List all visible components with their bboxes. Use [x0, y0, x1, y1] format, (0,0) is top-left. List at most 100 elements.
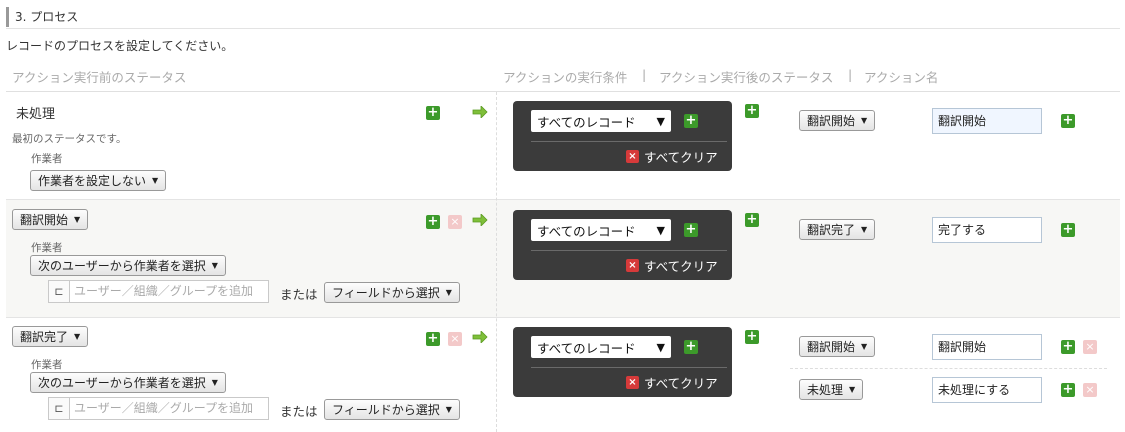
- status-note: 最初のステータスです。: [12, 133, 127, 145]
- section-description: レコードのプロセスを設定してください。: [6, 39, 234, 53]
- column-separator: |: [642, 67, 647, 82]
- next-status-select[interactable]: 翻訳完了 ▼: [799, 219, 876, 240]
- remove-icon[interactable]: ×: [448, 332, 462, 346]
- field-select-label: フィールドから選択: [332, 403, 440, 417]
- add-next-action-plus-icon[interactable]: +: [1061, 223, 1075, 237]
- chevron-down-icon: ▼: [861, 342, 868, 351]
- column-separator: |: [848, 67, 853, 82]
- worker-select[interactable]: 作業者を設定しない ▼: [30, 170, 167, 191]
- chevron-down-icon: ▼: [445, 405, 452, 414]
- condition-divider: [531, 367, 727, 368]
- condition-select-label: すべてのレコード: [537, 114, 636, 130]
- condition-select-label: すべてのレコード: [537, 223, 636, 239]
- arrow-right-icon: [472, 106, 488, 118]
- remove-icon[interactable]: ×: [1083, 383, 1097, 397]
- condition-divider: [531, 141, 727, 142]
- add-status-plus-icon[interactable]: +: [426, 215, 440, 229]
- chevron-down-icon: ▼: [656, 340, 665, 354]
- action-name-input[interactable]: 翻訳開始: [932, 108, 1042, 134]
- chevron-down-icon: ▼: [861, 116, 868, 125]
- add-status-plus-icon[interactable]: +: [426, 332, 440, 346]
- worker-label: 作業者: [31, 153, 63, 165]
- action-divider: [790, 368, 1107, 369]
- status-name: 未処理: [16, 107, 56, 122]
- arrow-right-icon: [472, 331, 488, 343]
- column-before-status: アクション実行前のステータス: [12, 70, 187, 85]
- column-divider: [496, 92, 497, 432]
- close-icon: ×: [626, 150, 639, 163]
- next-status-label: 未処理: [807, 383, 844, 397]
- next-status-select[interactable]: 未処理 ▼: [799, 379, 864, 400]
- chevron-down-icon: ▼: [74, 215, 81, 224]
- org-tree-icon[interactable]: ⊏: [48, 280, 70, 303]
- status-select[interactable]: 翻訳開始 ▼: [12, 209, 89, 230]
- chevron-down-icon: ▼: [656, 114, 665, 128]
- user-search-input[interactable]: ユーザー／組織／グループを追加: [70, 280, 269, 303]
- next-status-label: 翻訳開始: [807, 114, 856, 128]
- field-select-label: フィールドから選択: [332, 286, 440, 300]
- add-condition-plus-icon[interactable]: +: [684, 223, 698, 237]
- field-select[interactable]: フィールドから選択 ▼: [324, 282, 460, 303]
- add-next-action-plus-icon[interactable]: +: [1061, 340, 1075, 354]
- add-action-plus-icon[interactable]: +: [745, 104, 759, 118]
- condition-select[interactable]: すべてのレコード ▼: [531, 110, 671, 132]
- add-action-plus-icon[interactable]: +: [745, 213, 759, 227]
- next-status-label: 翻訳開始: [807, 340, 856, 354]
- user-picker[interactable]: ⊏ ユーザー／組織／グループを追加: [48, 397, 269, 420]
- next-status-label: 翻訳完了: [807, 223, 856, 237]
- chevron-down-icon: ▼: [211, 378, 218, 387]
- section-divider: [6, 28, 1120, 29]
- next-status-select[interactable]: 翻訳開始 ▼: [799, 110, 876, 131]
- condition-select-label: すべてのレコード: [537, 340, 636, 356]
- chevron-down-icon: ▼: [861, 225, 868, 234]
- action-name-input[interactable]: 未処理にする: [932, 377, 1042, 403]
- org-tree-icon[interactable]: ⊏: [48, 397, 70, 420]
- column-after-status: アクション実行後のステータス: [659, 70, 834, 85]
- chevron-down-icon: ▼: [152, 176, 159, 185]
- user-picker[interactable]: ⊏ ユーザー／組織／グループを追加: [48, 280, 269, 303]
- chevron-down-icon: ▼: [445, 288, 452, 297]
- condition-select[interactable]: すべてのレコード ▼: [531, 336, 671, 358]
- condition-divider: [531, 250, 727, 251]
- remove-icon[interactable]: ×: [448, 215, 462, 229]
- chevron-down-icon: ▼: [211, 261, 218, 270]
- worker-select-label: 作業者を設定しない: [38, 174, 147, 188]
- action-name-input[interactable]: 完了する: [932, 217, 1042, 243]
- clear-all-button[interactable]: × すべてクリア: [626, 373, 718, 392]
- add-next-action-plus-icon[interactable]: +: [1061, 383, 1075, 397]
- status-select-label: 翻訳開始: [20, 213, 69, 227]
- or-label: または: [280, 404, 318, 419]
- arrow-right-icon: [472, 214, 488, 226]
- status-select[interactable]: 翻訳完了 ▼: [12, 326, 89, 347]
- close-icon: ×: [626, 376, 639, 389]
- clear-all-button[interactable]: × すべてクリア: [626, 147, 718, 166]
- column-action-name: アクション名: [864, 70, 939, 85]
- remove-icon[interactable]: ×: [1083, 340, 1097, 354]
- section-title: 3. プロセス: [6, 7, 78, 27]
- close-icon: ×: [626, 259, 639, 272]
- add-condition-plus-icon[interactable]: +: [684, 340, 698, 354]
- action-name-input[interactable]: 翻訳開始: [932, 334, 1042, 360]
- clear-all-label: すべてクリア: [644, 259, 718, 274]
- or-label: または: [280, 287, 318, 302]
- add-next-action-plus-icon[interactable]: +: [1061, 114, 1075, 128]
- add-action-plus-icon[interactable]: +: [745, 330, 759, 344]
- status-select-label: 翻訳完了: [20, 330, 69, 344]
- worker-select[interactable]: 次のユーザーから作業者を選択 ▼: [30, 372, 226, 393]
- worker-select-label: 次のユーザーから作業者を選択: [38, 376, 206, 390]
- condition-select[interactable]: すべてのレコード ▼: [531, 219, 671, 241]
- chevron-down-icon: ▼: [849, 385, 856, 394]
- chevron-down-icon: ▼: [74, 332, 81, 341]
- worker-select-label: 次のユーザーから作業者を選択: [38, 259, 206, 273]
- clear-all-button[interactable]: × すべてクリア: [626, 256, 718, 275]
- add-condition-plus-icon[interactable]: +: [684, 114, 698, 128]
- condition-box: すべてのレコード ▼ + × すべてクリア: [513, 327, 732, 397]
- column-condition: アクションの実行条件: [503, 70, 628, 85]
- clear-all-label: すべてクリア: [644, 376, 718, 391]
- add-status-plus-icon[interactable]: +: [426, 106, 440, 120]
- next-status-select[interactable]: 翻訳開始 ▼: [799, 336, 876, 357]
- worker-select[interactable]: 次のユーザーから作業者を選択 ▼: [30, 255, 226, 276]
- user-search-input[interactable]: ユーザー／組織／グループを追加: [70, 397, 269, 420]
- field-select[interactable]: フィールドから選択 ▼: [324, 399, 460, 420]
- condition-box: すべてのレコード ▼ + × すべてクリア: [513, 210, 732, 280]
